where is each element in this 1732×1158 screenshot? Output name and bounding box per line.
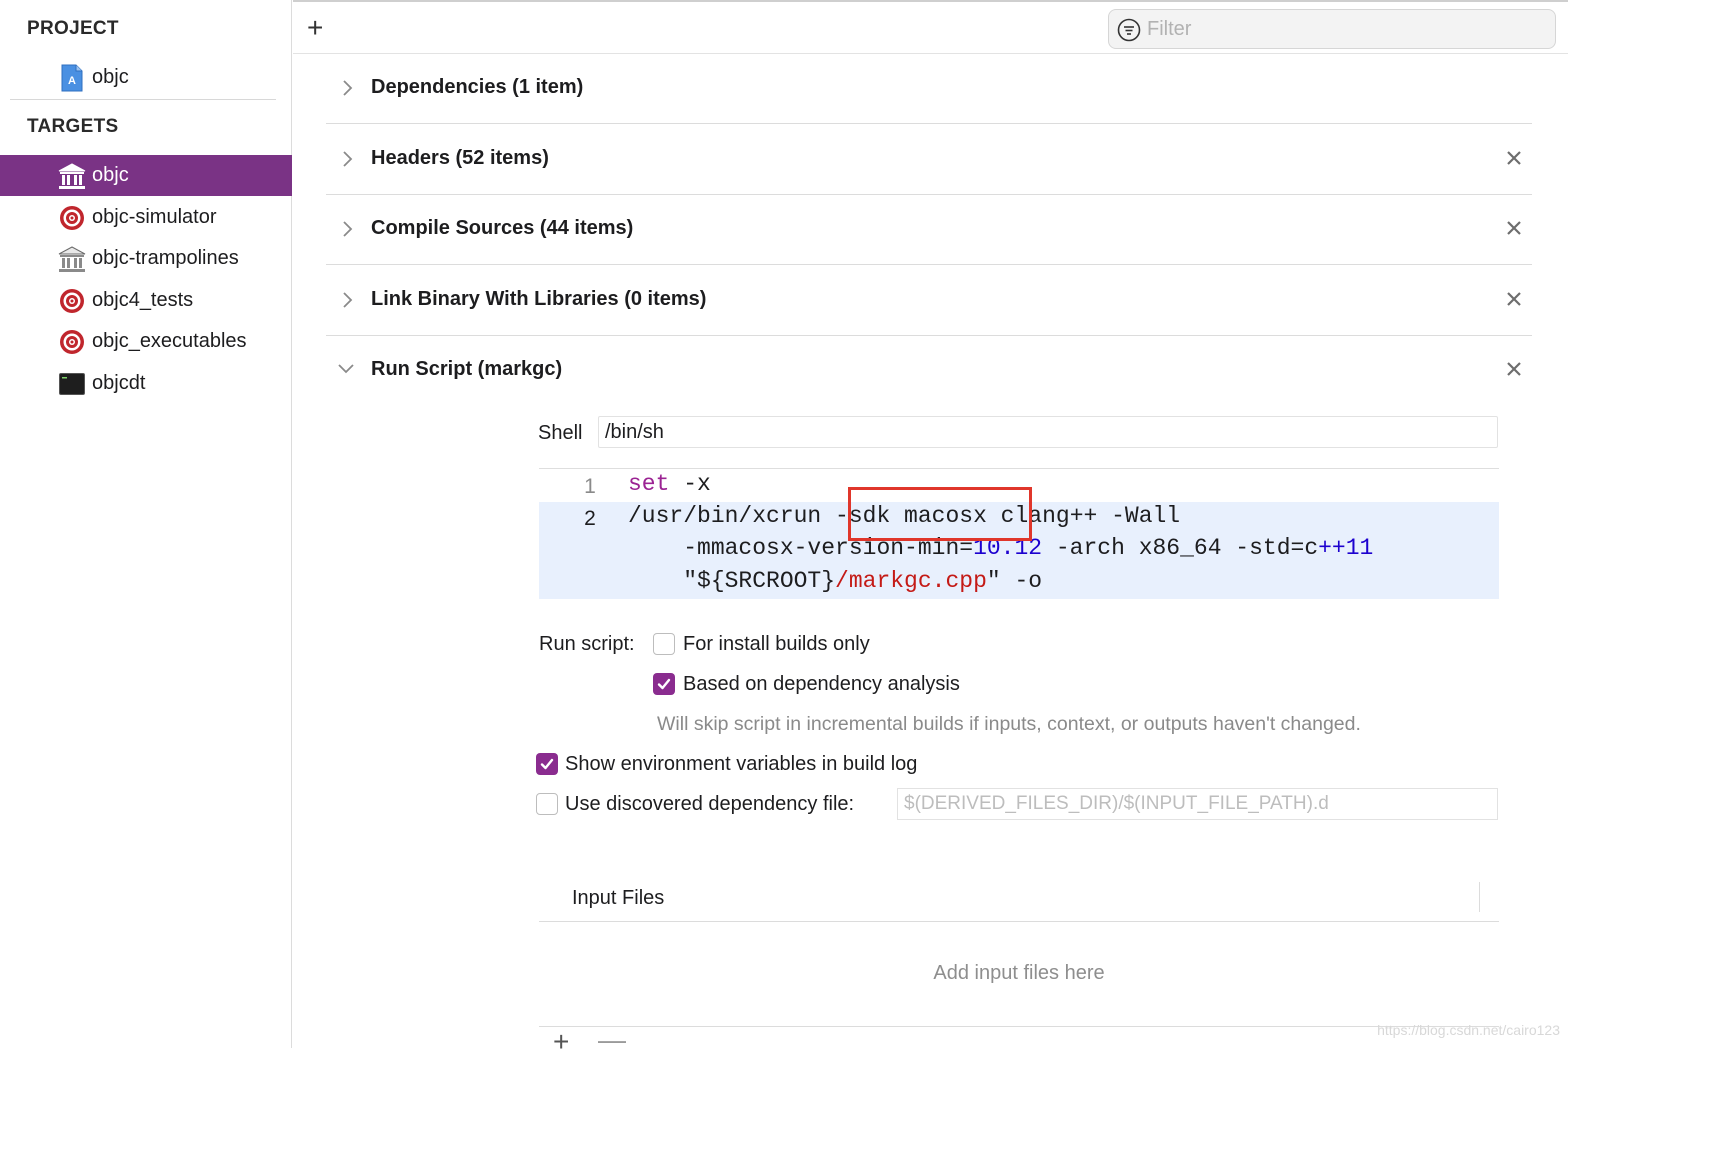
line-number: 1 [584,475,596,498]
script-code-editor[interactable]: 1 2 set -x /usr/bin/xcrun -sdk macosx cl… [539,468,1499,599]
sidebar-item-project-objc[interactable]: A objc [0,57,292,98]
phase-headers[interactable]: Headers (52 items) [326,125,1532,195]
phase-title: Compile Sources (44 items) [371,217,634,239]
line-number: 2 [584,507,596,530]
sidebar-item-target-objc-trampolines[interactable]: objc-trampolines [0,238,292,279]
code-line-4: "${SRCROOT}/markgc.cpp" -o [628,568,1042,594]
discovered-dep-label: Use discovered dependency file: [565,793,855,815]
chevron-right-icon[interactable] [340,149,354,169]
input-files-table-header: Input Files [539,878,1499,922]
chevron-right-icon[interactable] [340,219,354,239]
run-script-label: Run script: [539,633,635,655]
chevron-down-icon[interactable] [336,362,354,382]
column-divider [1479,882,1480,912]
install-builds-label: For install builds only [683,633,870,655]
add-input-file-button[interactable]: + [553,1028,569,1056]
checkmark-icon [657,678,671,690]
code-text: clang++ -Wall [986,503,1181,529]
svg-text:A: A [68,75,76,87]
dependency-analysis-hint: Will skip script in incremental builds i… [657,713,1361,735]
shell-label: Shell [538,422,583,444]
sidebar-item-target-objc[interactable]: objc [0,155,292,196]
terminal-icon [58,370,86,398]
code-text: -mmacosx-version-min= [628,535,974,561]
project-navigator-sidebar: PROJECT A objc TARGETS objc objc-simulat… [0,0,292,1048]
checkmark-icon [540,758,554,770]
close-icon[interactable] [1504,218,1524,238]
dependency-analysis-label: Based on dependency analysis [683,673,960,695]
target-icon [58,328,86,356]
targets-section-heading: TARGETS [27,116,119,137]
shell-input[interactable] [598,416,1498,448]
phase-link-binary[interactable]: Link Binary With Libraries (0 items) [326,266,1532,336]
phase-title: Run Script (markgc) [371,358,563,380]
phase-title: Dependencies (1 item) [371,76,584,98]
code-line-2: /usr/bin/xcrun -sdk macosx clang++ -Wall [628,503,1180,529]
watermark: https://blog.csdn.net/cairo123 [1377,1022,1560,1038]
close-icon[interactable] [1504,359,1524,379]
chevron-right-icon[interactable] [340,78,354,98]
input-files-divider [539,1026,1499,1027]
code-text-highlighted: -sdk macosx [835,503,987,529]
discovered-dep-file-input[interactable] [897,788,1498,820]
close-icon[interactable] [1504,148,1524,168]
show-env-vars-label: Show environment variables in build log [565,753,918,775]
framework-icon [58,162,86,190]
sidebar-item-label: objc-trampolines [92,247,239,269]
code-text: -x [669,471,711,497]
remove-input-file-button[interactable]: — [598,1026,626,1054]
code-text: -arch x86_64 -std=c [1042,535,1319,561]
phase-compile-sources[interactable]: Compile Sources (44 items) [326,195,1532,265]
framework-icon [58,245,86,273]
code-string: "${SRCROOT} [628,568,836,594]
sidebar-item-label: objc_executables [92,330,247,352]
sidebar-item-label: objc [92,164,129,186]
sidebar-divider [10,99,276,100]
build-phases-toolbar: + [293,0,1568,54]
code-line-1: set -x [628,471,711,497]
add-build-phase-button[interactable]: + [307,14,323,42]
input-files-empty-message: Add input files here [933,962,1105,984]
sidebar-item-label: objc4_tests [92,289,194,311]
sidebar-item-target-objcdt[interactable]: objcdt [0,363,292,404]
phase-run-script[interactable]: Run Script (markgc) [326,336,1532,406]
project-section-heading: PROJECT [27,18,119,39]
chevron-right-icon[interactable] [340,290,354,310]
close-icon[interactable] [1504,289,1524,309]
code-number: ++11 [1318,535,1374,561]
xcode-project-icon: A [58,64,86,92]
filter-icon [1117,18,1141,47]
discovered-dep-checkbox[interactable] [536,793,558,815]
input-files-column-title: Input Files [572,887,665,909]
code-text: /usr/bin/xcrun [628,503,836,529]
show-env-vars-checkbox[interactable] [536,753,558,775]
dependency-analysis-checkbox[interactable] [653,673,675,695]
filter-input[interactable] [1147,16,1537,42]
target-icon [58,287,86,315]
code-line-3: -mmacosx-version-min=10.12 -arch x86_64 … [628,535,1373,561]
phase-title: Headers (52 items) [371,147,549,169]
target-icon [58,204,86,232]
sidebar-item-target-objc-simulator[interactable]: objc-simulator [0,197,292,238]
code-number: 10.12 [973,535,1043,561]
sidebar-item-target-objc-executables[interactable]: objc_executables [0,321,292,362]
phase-dependencies[interactable]: Dependencies (1 item) [326,54,1532,124]
code-string: " -o [986,568,1043,594]
filter-field[interactable] [1108,9,1556,49]
code-keyword: set [628,471,670,497]
sidebar-item-target-objc4-tests[interactable]: objc4_tests [0,280,292,321]
phase-title: Link Binary With Libraries (0 items) [371,288,707,310]
sidebar-item-label: objcdt [92,372,146,394]
sidebar-item-label: objc-simulator [92,206,217,228]
install-builds-checkbox[interactable] [653,633,675,655]
code-string-path: /markgc.cpp [835,568,987,594]
sidebar-item-label: objc [92,66,129,88]
